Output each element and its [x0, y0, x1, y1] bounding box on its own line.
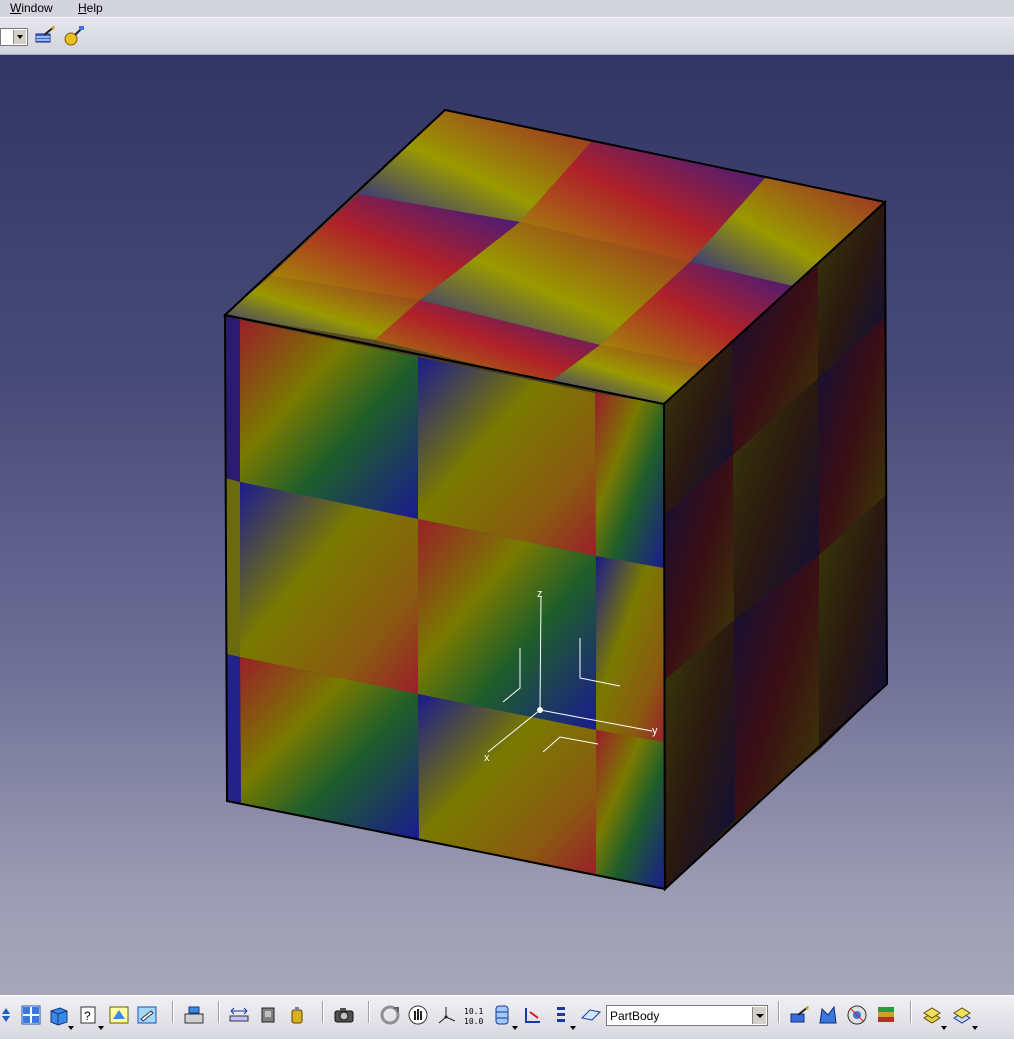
multi-view-icon[interactable]	[20, 1004, 42, 1026]
svg-text:10.0: 10.0	[464, 1017, 483, 1026]
catalog-icon[interactable]	[921, 1004, 943, 1026]
chevron-down-icon[interactable]	[512, 1026, 518, 1030]
apply-material-icon[interactable]	[34, 25, 56, 47]
top-toolbar	[0, 17, 1014, 55]
options-icon[interactable]	[550, 1004, 572, 1026]
toolbar-separator	[778, 1001, 780, 1023]
axis-system-icon[interactable]	[436, 1004, 458, 1026]
capture-icon[interactable]	[333, 1004, 355, 1026]
scene-icon[interactable]	[846, 1004, 868, 1026]
bottom-toolbar: ? 10.1 10.0 PartBody	[0, 995, 1014, 1039]
view-mode-icon[interactable]: ?	[78, 1004, 100, 1026]
pan-arrows-icon[interactable]	[0, 1004, 22, 1026]
svg-text:?: ?	[84, 1009, 91, 1023]
insert-icon[interactable]	[951, 1004, 973, 1026]
toolbar-separator	[172, 1001, 174, 1023]
chevron-down-icon[interactable]	[68, 1026, 74, 1030]
axis-x-label: x	[484, 752, 490, 764]
toolbar-combo[interactable]	[0, 28, 28, 46]
hide-show-icon[interactable]	[136, 1004, 158, 1026]
shading-icon[interactable]	[108, 1004, 130, 1026]
update-icon[interactable]	[379, 1004, 401, 1026]
cube-scene: z y x	[222, 108, 889, 892]
chevron-down-icon[interactable]	[941, 1026, 947, 1030]
material-library-icon[interactable]	[63, 25, 85, 47]
measure-item-icon[interactable]	[258, 1004, 280, 1026]
constraints-icon[interactable]	[522, 1004, 544, 1026]
svg-text:10.1: 10.1	[464, 1007, 483, 1016]
menu-bar: Window Help	[0, 0, 1014, 17]
chevron-down-icon[interactable]	[752, 1007, 766, 1024]
chevron-down-icon[interactable]	[13, 30, 26, 44]
menu-help[interactable]: Help	[78, 1, 103, 15]
axis-y-label: y	[652, 725, 658, 737]
sketch-analysis-icon[interactable]	[492, 1004, 514, 1026]
cube-front-face	[223, 313, 667, 891]
part-body-value: PartBody	[610, 1009, 660, 1023]
part-body-select[interactable]: PartBody	[606, 1005, 768, 1026]
chevron-down-icon[interactable]	[570, 1026, 576, 1030]
axis-z-label: z	[537, 588, 543, 600]
plane-icon[interactable]	[580, 1004, 602, 1026]
dimensions-icon[interactable]: 10.1 10.0	[462, 1004, 484, 1026]
chevron-down-icon[interactable]	[972, 1026, 978, 1030]
swap-visible-icon[interactable]	[183, 1004, 205, 1026]
toolbar-separator	[322, 1001, 324, 1023]
iso-view-icon[interactable]	[48, 1004, 70, 1026]
toolbar-separator	[910, 1001, 912, 1023]
toolbar-separator	[218, 1001, 220, 1023]
menu-window[interactable]: Window	[10, 1, 53, 15]
render-icon[interactable]	[817, 1004, 839, 1026]
toolbar-separator	[368, 1001, 370, 1023]
manipulate-icon[interactable]	[407, 1004, 429, 1026]
measure-between-icon[interactable]	[228, 1004, 250, 1026]
chevron-down-icon[interactable]	[98, 1026, 104, 1030]
3d-viewport[interactable]: z y x	[0, 55, 1014, 995]
measure-inertia-icon[interactable]	[286, 1004, 308, 1026]
environment-icon[interactable]	[875, 1004, 897, 1026]
apply-material-icon[interactable]	[789, 1004, 811, 1026]
